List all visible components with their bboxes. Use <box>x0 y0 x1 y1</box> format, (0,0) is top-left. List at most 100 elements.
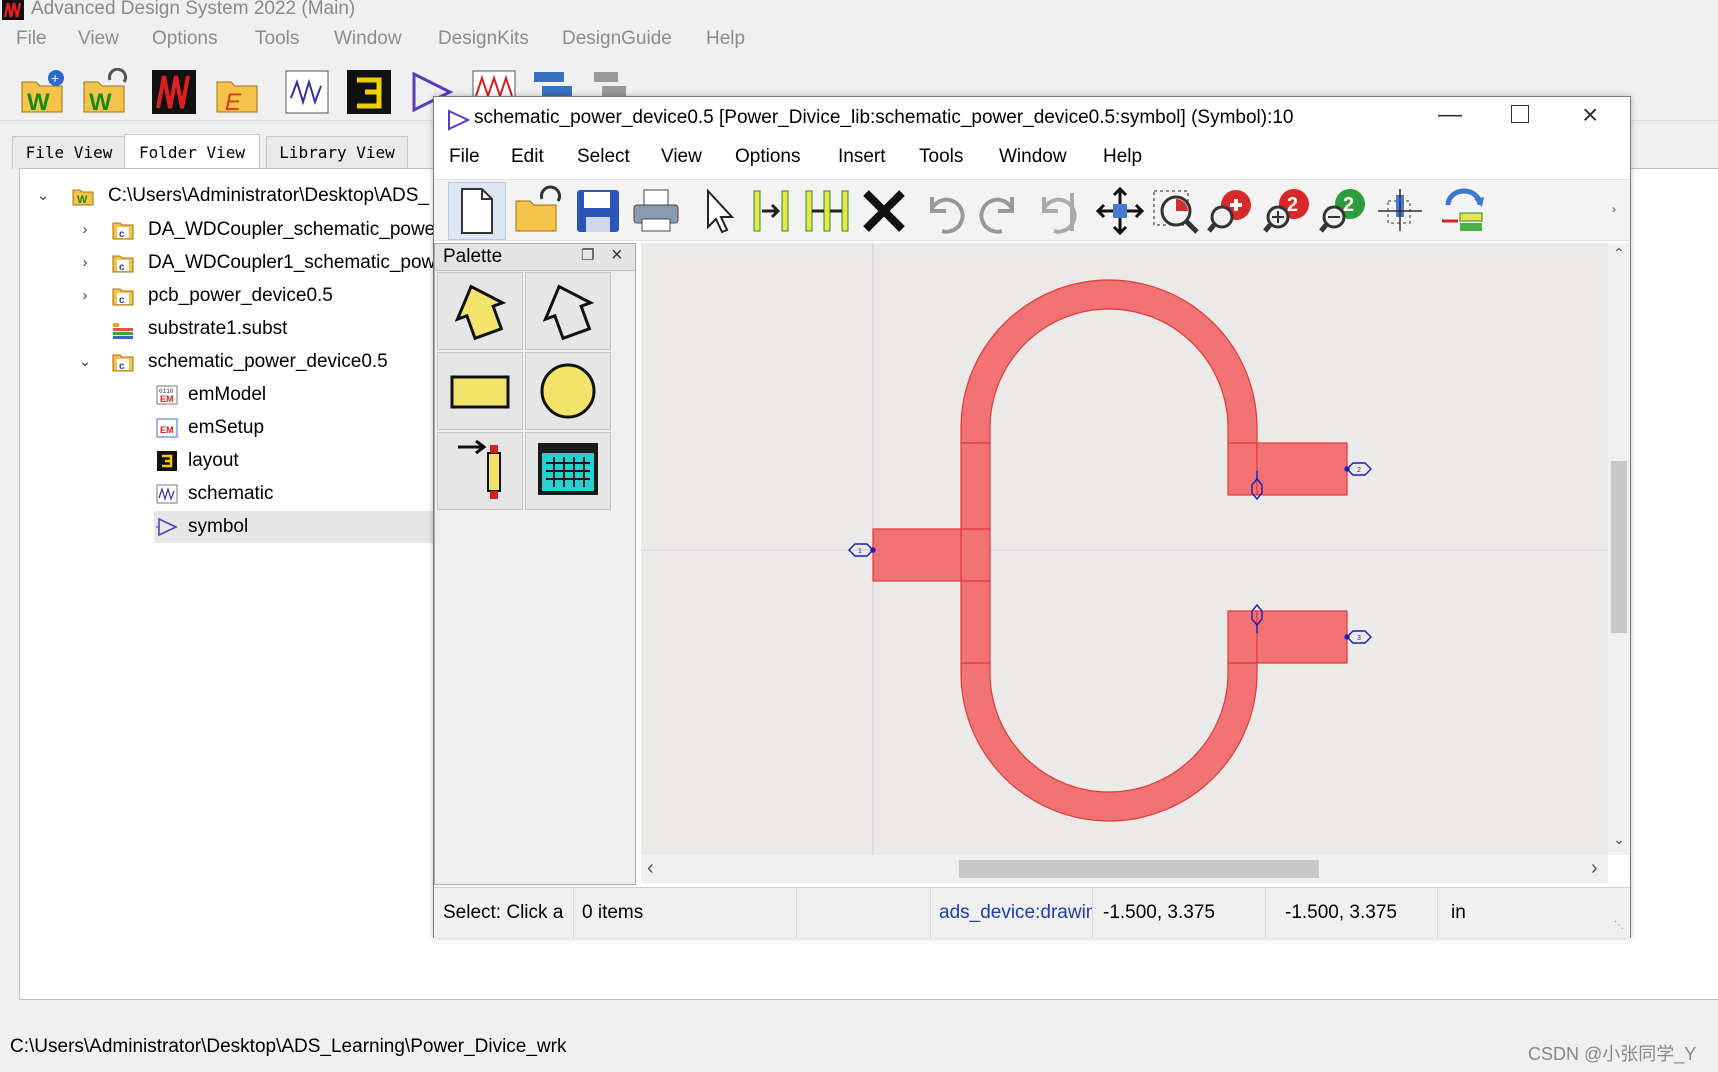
tree-row-cell[interactable]: › c pcb_power_device0.5 <box>20 280 440 312</box>
new-layout-icon[interactable] <box>345 68 393 116</box>
move-icon[interactable] <box>1094 185 1146 237</box>
menu-file[interactable]: File <box>16 28 47 50</box>
tree-label: emModel <box>188 384 267 405</box>
scroll-up-icon[interactable]: ⌃ <box>1613 245 1625 262</box>
palette-item-up-arrow[interactable] <box>437 272 523 350</box>
chevron-right-icon[interactable]: › <box>75 280 95 312</box>
main-status-bar: C:\Users\Administrator\Desktop\ADS_Learn… <box>0 1030 1718 1072</box>
circle-shape-icon <box>540 363 596 419</box>
symbol-status-bar: Select: Click a 0 items ads_device:drawi… <box>434 887 1630 938</box>
menu-window[interactable]: Window <box>334 28 402 50</box>
chevron-down-icon[interactable]: ⌄ <box>33 180 53 212</box>
menu-window[interactable]: Window <box>999 146 1067 168</box>
menu-insert[interactable]: Insert <box>838 146 886 168</box>
tab-file-view[interactable]: File View <box>12 136 126 169</box>
symbol-canvas[interactable]: 1 2 3 <box>641 243 1608 855</box>
zoom-in-2x-icon[interactable]: 2 <box>1262 185 1314 237</box>
new-file-icon[interactable] <box>450 185 502 237</box>
print-icon[interactable] <box>630 185 682 237</box>
save-icon[interactable] <box>572 185 624 237</box>
menu-options[interactable]: Options <box>735 146 800 168</box>
tree-row-cell[interactable]: › c DA_WDCoupler1_schematic_pow <box>20 247 440 279</box>
symbol-window: schematic_power_device0.5 [Power_Divice_… <box>433 96 1631 938</box>
symbol-drawing[interactable]: 1 2 3 <box>641 243 1608 855</box>
scroll-down-icon[interactable]: ⌄ <box>1613 831 1625 848</box>
new-workspace-icon[interactable]: W + <box>18 68 66 116</box>
palette-item-polygon[interactable] <box>525 272 611 350</box>
redo-icon[interactable] <box>974 185 1026 237</box>
tree-row-view[interactable]: 0110 EM emModel <box>20 379 440 411</box>
open-folder-icon[interactable] <box>512 185 564 237</box>
up-arrow-shape-icon <box>454 284 507 341</box>
push-into-hierarchy-icon[interactable] <box>1438 185 1490 237</box>
tab-folder-view[interactable]: Folder View <box>124 134 260 169</box>
chevron-down-icon[interactable]: ⌄ <box>75 346 95 378</box>
close-button[interactable]: × <box>1582 99 1598 131</box>
data-display-icon[interactable] <box>150 68 198 116</box>
undo-all-icon[interactable] <box>1030 185 1082 237</box>
tree-row-workspace[interactable]: ⌄ W C:\Users\Administrator\Desktop\ADS_ <box>20 180 440 212</box>
pointer-icon[interactable] <box>692 185 744 237</box>
menu-select[interactable]: Select <box>577 146 630 168</box>
lower-arc <box>960 662 1258 822</box>
chevron-right-icon[interactable]: › <box>75 214 95 246</box>
scroll-thumb[interactable] <box>1611 461 1627 633</box>
palette-item-rectangle[interactable] <box>437 352 523 430</box>
maximize-button[interactable] <box>1511 105 1529 123</box>
tree-row-cell[interactable]: › c DA_WDCoupler_schematic_powe <box>20 214 440 246</box>
menu-help[interactable]: Help <box>1103 146 1142 168</box>
tab-library-view[interactable]: Library View <box>266 136 408 169</box>
status-layer[interactable]: ads_device:drawing <box>931 888 1093 938</box>
status-prompt: Select: Click a <box>434 888 574 938</box>
pin-2-icon[interactable]: 2 <box>1344 462 1372 476</box>
insert-pin-icon[interactable] <box>746 185 798 237</box>
menu-designkits[interactable]: DesignKits <box>438 28 529 50</box>
undo-icon[interactable] <box>918 185 970 237</box>
open-workspace-icon[interactable]: W <box>80 68 128 116</box>
resize-grip-icon[interactable]: ⋱ <box>1614 920 1624 931</box>
tree-label: DA_WDCoupler1_schematic_pow <box>148 252 436 273</box>
scroll-thumb[interactable] <box>959 860 1319 878</box>
menu-tools[interactable]: Tools <box>919 146 963 168</box>
delete-icon[interactable] <box>858 185 910 237</box>
close-icon[interactable]: × <box>611 244 623 267</box>
menu-view[interactable]: View <box>661 146 702 168</box>
tree-row-cell-expanded[interactable]: ⌄ c schematic_power_device0.5 <box>20 346 440 378</box>
horizontal-scrollbar[interactable]: ‹ › <box>641 855 1608 883</box>
chevron-right-icon[interactable]: › <box>75 247 95 279</box>
zoom-area-icon[interactable] <box>1150 185 1202 237</box>
zoom-in-icon[interactable] <box>1206 185 1258 237</box>
rectangle-shape-icon <box>450 375 510 409</box>
menu-help[interactable]: Help <box>706 28 745 50</box>
tree-row-substrate[interactable]: substrate1.subst <box>20 313 440 345</box>
toolbar-overflow-icon[interactable]: › <box>1612 202 1616 216</box>
menu-designguide[interactable]: DesignGuide <box>562 28 672 50</box>
scroll-right-icon[interactable]: › <box>1591 857 1598 880</box>
menu-options[interactable]: Options <box>152 28 217 50</box>
palette-item-pin[interactable] <box>437 432 523 510</box>
pin-3-icon[interactable]: 3 <box>1344 630 1372 644</box>
svg-text:c: c <box>119 262 125 273</box>
minimize-button[interactable]: — <box>1438 101 1462 129</box>
tree-row-selected[interactable]: symbol <box>154 511 454 543</box>
menu-tools[interactable]: Tools <box>255 28 299 50</box>
vertical-scrollbar[interactable]: ⌃ ⌄ <box>1608 243 1630 855</box>
pin-icon[interactable] <box>1374 185 1426 237</box>
open-project-icon[interactable]: E <box>213 68 261 116</box>
float-icon[interactable]: ❐ <box>581 246 594 264</box>
tree-row-view[interactable]: schematic <box>20 478 440 510</box>
insert-wire-icon[interactable] <box>802 185 854 237</box>
menu-edit[interactable]: Edit <box>511 146 544 168</box>
pin-label: 1 <box>858 548 862 555</box>
svg-text:EM: EM <box>160 425 174 435</box>
scroll-left-icon[interactable]: ‹ <box>647 857 654 880</box>
tree-row-view[interactable]: layout <box>20 445 440 477</box>
zoom-out-2x-icon[interactable]: 2 <box>1318 185 1370 237</box>
new-schematic-icon[interactable] <box>283 68 331 116</box>
menu-file[interactable]: File <box>449 146 480 168</box>
status-coord-2: -1.500, 3.375 <box>1265 888 1438 938</box>
menu-view[interactable]: View <box>78 28 119 50</box>
tree-row-view[interactable]: EM emSetup <box>20 412 440 444</box>
palette-item-circle[interactable] <box>525 352 611 430</box>
palette-item-component[interactable] <box>525 432 611 510</box>
